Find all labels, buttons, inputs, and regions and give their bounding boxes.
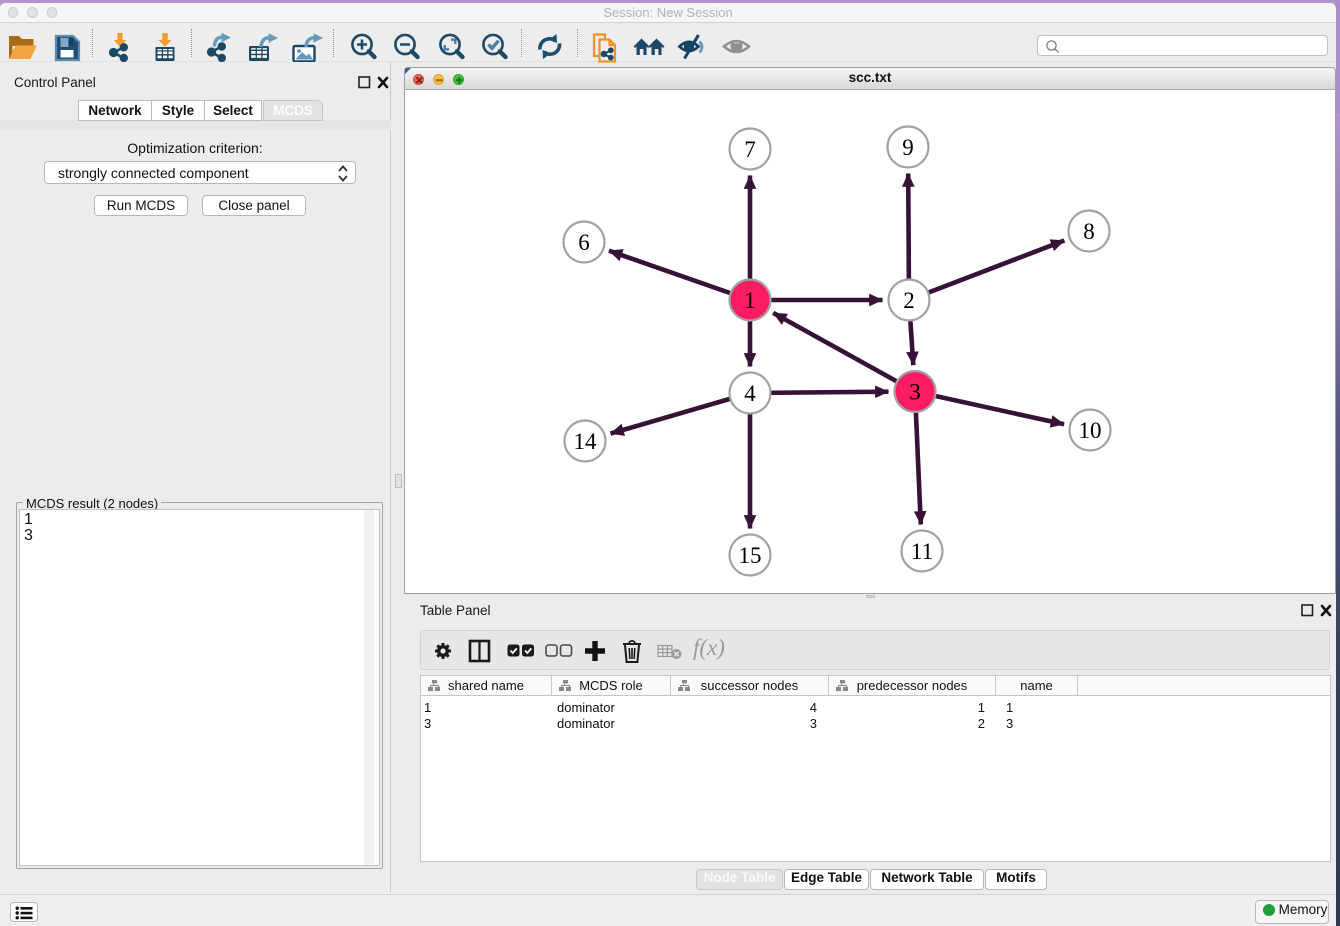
svg-text:3: 3 — [909, 379, 921, 404]
svg-text:1: 1 — [744, 288, 756, 313]
svg-text:2: 2 — [903, 288, 915, 313]
svg-text:10: 10 — [1079, 418, 1102, 443]
svg-text:14: 14 — [574, 429, 598, 454]
svg-text:8: 8 — [1083, 219, 1095, 244]
svg-text:15: 15 — [739, 543, 762, 568]
svg-text:4: 4 — [744, 381, 756, 406]
svg-text:6: 6 — [578, 230, 590, 255]
svg-text:7: 7 — [744, 137, 756, 162]
svg-text:11: 11 — [911, 539, 933, 564]
svg-text:9: 9 — [902, 135, 914, 160]
